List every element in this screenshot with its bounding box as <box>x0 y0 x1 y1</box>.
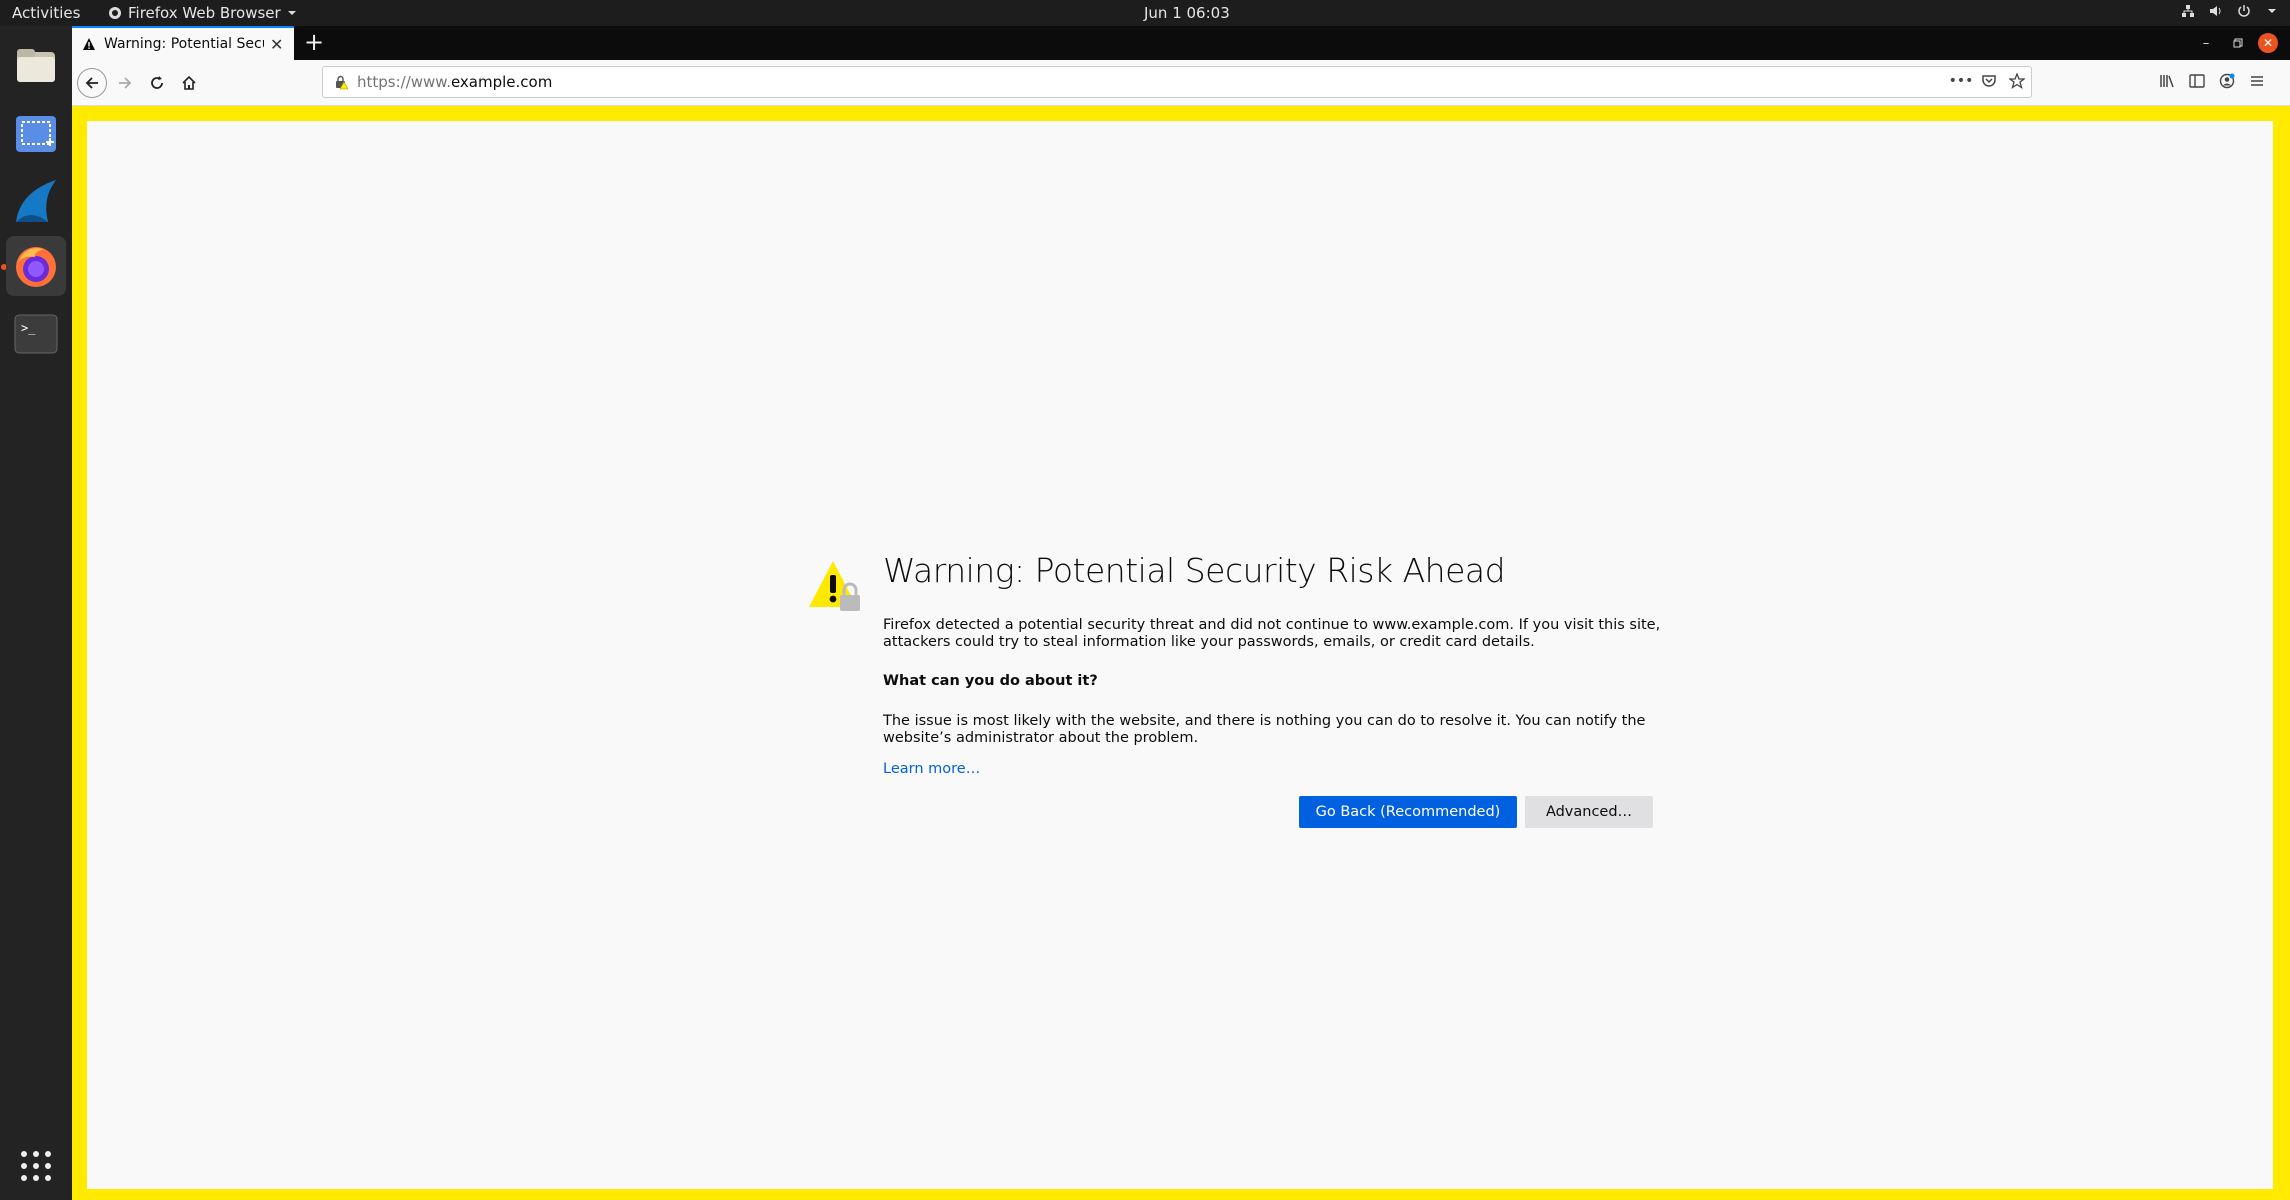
tab-active[interactable]: Warning: Potential Security Risk Ahead ✕ <box>72 26 294 60</box>
wireshark-icon[interactable] <box>6 172 66 232</box>
insecure-lock-icon[interactable] <box>333 74 349 90</box>
page-title: Warning: Potential Security Risk Ahead <box>883 551 1506 590</box>
forward-button[interactable] <box>110 68 140 98</box>
pocket-icon[interactable] <box>1978 70 2000 92</box>
library-icon[interactable] <box>2156 70 2178 92</box>
app-menu[interactable]: Firefox Web Browser <box>108 4 297 22</box>
reload-icon <box>151 76 163 89</box>
dock: >_ <box>0 26 72 1200</box>
navigation-toolbar: https://www. example.com ••• <box>72 60 2290 106</box>
url-host: example.com <box>450 73 553 91</box>
firefox-window: Warning: Potential Security Risk Ahead ✕… <box>72 26 2290 1200</box>
content-highlight-frame: Warning: Potential Security Risk Ahead F… <box>72 106 2290 1200</box>
network-icon[interactable] <box>2180 3 2196 19</box>
hamburger-menu-icon[interactable] <box>2246 70 2268 92</box>
warning-icon <box>83 38 95 50</box>
clock[interactable]: Jun 1 06:03 <box>1144 4 1230 22</box>
reload-button[interactable] <box>142 68 172 98</box>
sidebar-icon[interactable] <box>2186 70 2208 92</box>
error-page: Warning: Potential Security Risk Ahead F… <box>87 121 2273 1189</box>
tab-title: Warning: Potential Security Risk Ahead <box>104 36 264 52</box>
chevron-down-icon <box>287 11 296 15</box>
url-protocol: https://www. <box>357 73 451 91</box>
new-tab-button[interactable]: + <box>300 28 328 56</box>
tab-bar: Warning: Potential Security Risk Ahead ✕… <box>72 26 2290 60</box>
volume-icon[interactable] <box>2208 3 2224 19</box>
back-button[interactable] <box>77 68 107 98</box>
firefox-icon[interactable] <box>6 236 66 296</box>
advice-heading: What can you do about it? <box>883 673 1098 689</box>
forward-arrow-icon <box>119 77 132 89</box>
advanced-button[interactable]: Advanced… <box>1525 796 1653 828</box>
maximize-button[interactable] <box>2228 33 2248 53</box>
url-bar[interactable]: https://www. example.com <box>322 66 2032 98</box>
advice-text: The issue is most likely with the websit… <box>883 713 1646 746</box>
system-top-bar: Activities Firefox Web Browser Jun 1 06:… <box>0 0 2290 26</box>
chevron-down-icon[interactable] <box>2264 3 2280 19</box>
page-actions-icon[interactable]: ••• <box>1949 70 1974 92</box>
account-icon[interactable] <box>2216 70 2238 92</box>
bookmark-star-icon[interactable] <box>2006 70 2028 92</box>
apps-grid-icon[interactable] <box>6 1136 66 1196</box>
power-icon[interactable] <box>2236 3 2252 19</box>
screenshot-icon[interactable] <box>6 104 66 164</box>
activities-button[interactable]: Activities <box>12 4 80 22</box>
warning-lock-icon <box>809 561 860 611</box>
minimize-button[interactable]: – <box>2196 33 2216 53</box>
tab-close-icon[interactable]: ✕ <box>270 35 283 54</box>
back-arrow-icon <box>85 77 98 89</box>
go-back-button[interactable]: Go Back (Recommended) <box>1299 796 1517 828</box>
error-description: Firefox detected a potential security th… <box>883 617 1661 650</box>
home-icon <box>182 75 196 90</box>
svg-text:>_: >_ <box>21 321 36 335</box>
terminal-icon[interactable]: >_ <box>6 304 66 364</box>
system-tray[interactable] <box>2180 3 2280 19</box>
learn-more-link[interactable]: Learn more… <box>883 761 980 777</box>
app-menu-label: Firefox Web Browser <box>128 4 281 22</box>
home-button[interactable] <box>174 68 204 98</box>
files-icon[interactable] <box>6 36 66 96</box>
close-window-button[interactable]: ✕ <box>2258 33 2278 53</box>
firefox-small-icon <box>109 7 121 19</box>
